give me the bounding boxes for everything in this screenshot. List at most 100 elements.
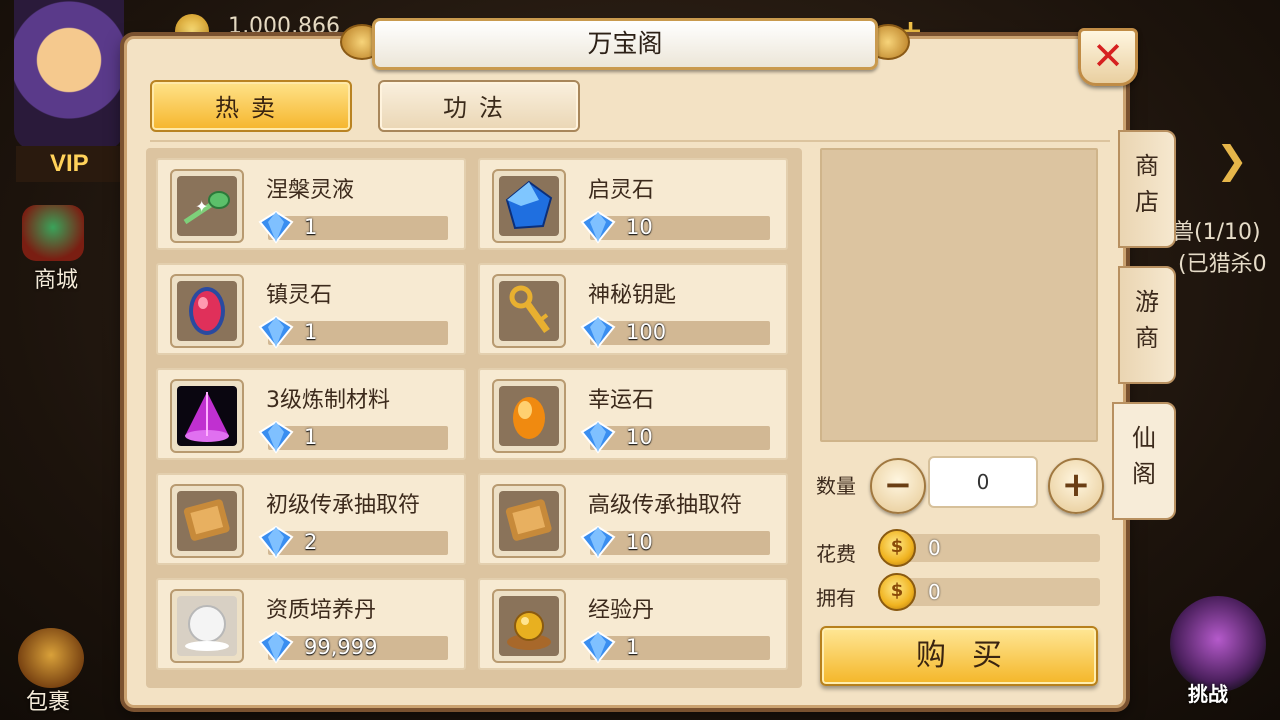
price-bar	[590, 636, 770, 660]
diamond-icon	[580, 210, 616, 244]
diamond-icon	[580, 630, 616, 664]
tab-skills[interactable]: 功法	[378, 80, 580, 132]
diamond-icon	[580, 420, 616, 454]
item-icon-frame	[492, 274, 566, 348]
item-card[interactable]: 幸运石 10	[478, 368, 788, 460]
quest-progress[interactable]: 兽(1/10)	[1172, 214, 1261, 246]
white-pill-icon	[177, 596, 237, 656]
vip-badge[interactable]: VIP	[16, 146, 126, 182]
diamond-icon	[258, 210, 294, 244]
item-name: 高级传承抽取符	[588, 493, 743, 518]
item-icon-frame: ✦	[170, 169, 244, 243]
side-tab-shop[interactable]: 商店	[1118, 130, 1176, 248]
item-card[interactable]: 经验丹 1	[478, 578, 788, 670]
expand-arrow-icon[interactable]: ❯	[1216, 138, 1248, 182]
dialog-title: 万宝阁	[372, 18, 878, 70]
side-tab-trader[interactable]: 游商	[1118, 266, 1176, 384]
side-tab-label: 商店	[1135, 152, 1159, 216]
item-name: 幸运石	[588, 388, 655, 413]
mall-label[interactable]: 商城	[34, 262, 78, 294]
diamond-icon	[580, 315, 616, 349]
tab-hot-sale[interactable]: 热卖	[150, 80, 352, 132]
price-bar	[590, 531, 770, 555]
amber-stone-icon	[499, 386, 559, 446]
diamond-icon	[258, 630, 294, 664]
quantity-label: 数量	[816, 474, 856, 498]
diamond-icon	[258, 420, 294, 454]
item-icon-frame	[170, 589, 244, 663]
item-card[interactable]: 镇灵石 1	[156, 263, 466, 355]
decrease-quantity-button[interactable]: −	[870, 458, 926, 514]
minus-icon: −	[883, 465, 913, 505]
diamond-icon	[580, 525, 616, 559]
item-card[interactable]: 资质培养丹 99,999	[156, 578, 466, 670]
close-button[interactable]: ✕	[1078, 28, 1138, 86]
item-card[interactable]: ✦ 涅槃灵液 1	[156, 158, 466, 250]
scroll-icon	[177, 491, 237, 551]
scroll-icon	[499, 491, 559, 551]
item-name: 神秘钥匙	[588, 283, 677, 308]
item-icon-frame	[170, 274, 244, 348]
price-bar	[590, 321, 770, 345]
item-price: 100	[626, 320, 667, 344]
bag-icon[interactable]	[18, 628, 84, 688]
red-gem-icon	[177, 281, 237, 341]
plus-icon: +	[1061, 465, 1091, 505]
golden-key-icon	[499, 281, 559, 341]
cost-value: 0	[928, 536, 941, 560]
item-icon-frame	[170, 484, 244, 558]
item-icon-frame	[492, 169, 566, 243]
item-price: 10	[626, 215, 653, 239]
item-name: 镇灵石	[266, 283, 333, 308]
item-icon-frame	[170, 379, 244, 453]
item-price: 10	[626, 425, 653, 449]
item-card[interactable]: 初级传承抽取符 2	[156, 473, 466, 565]
diamond-icon	[258, 315, 294, 349]
item-icon-frame	[492, 589, 566, 663]
item-icon-frame	[492, 484, 566, 558]
item-name: 启灵石	[588, 178, 655, 203]
price-bar	[268, 531, 448, 555]
item-icon-frame	[492, 379, 566, 453]
diamond-icon	[258, 525, 294, 559]
item-price: 1	[626, 635, 640, 659]
bag-label[interactable]: 包裹	[26, 684, 70, 716]
price-bar	[590, 426, 770, 450]
blue-crystal-icon	[499, 176, 559, 236]
player-avatar[interactable]	[14, 0, 124, 150]
side-tab-label: 游商	[1135, 288, 1159, 352]
item-price: 1	[304, 425, 318, 449]
side-tab-xiange[interactable]: 仙阁	[1112, 402, 1176, 520]
item-price: 10	[626, 530, 653, 554]
item-grid: ✦ 涅槃灵液 1 启灵石 10 镇灵石 1 神秘钥匙 100 3级炼制材料 1 …	[146, 148, 802, 688]
challenge-label[interactable]: 挑战	[1188, 678, 1228, 707]
quest-status[interactable]: (已猎杀0	[1178, 246, 1267, 278]
item-name: 涅槃灵液	[266, 178, 355, 203]
item-name: 3级炼制材料	[266, 388, 390, 413]
price-bar	[268, 321, 448, 345]
item-name: 经验丹	[588, 598, 655, 623]
item-card[interactable]: 启灵石 10	[478, 158, 788, 250]
owned-value: 0	[928, 580, 941, 604]
item-price: 99,999	[304, 635, 378, 659]
owned-label: 拥有	[816, 586, 856, 610]
price-bar	[268, 216, 448, 240]
price-bar	[590, 216, 770, 240]
tab-divider	[150, 140, 1110, 142]
item-card[interactable]: 3级炼制材料 1	[156, 368, 466, 460]
price-bar	[268, 426, 448, 450]
item-card[interactable]: 神秘钥匙 100	[478, 263, 788, 355]
buy-button[interactable]: 购买	[820, 626, 1098, 686]
item-price: 1	[304, 320, 318, 344]
quantity-input[interactable]: 0	[928, 456, 1038, 508]
item-card[interactable]: 高级传承抽取符 10	[478, 473, 788, 565]
gold-coin-icon: $	[878, 573, 916, 611]
close-x-icon: ✕	[1092, 34, 1124, 78]
cost-label: 花费	[816, 542, 856, 566]
increase-quantity-button[interactable]: +	[1048, 458, 1104, 514]
gold-coin-icon: $	[878, 529, 916, 567]
mall-icon[interactable]	[22, 205, 84, 261]
green-pill-icon: ✦	[177, 176, 237, 236]
item-price: 1	[304, 215, 318, 239]
golden-pill-icon	[499, 596, 559, 656]
